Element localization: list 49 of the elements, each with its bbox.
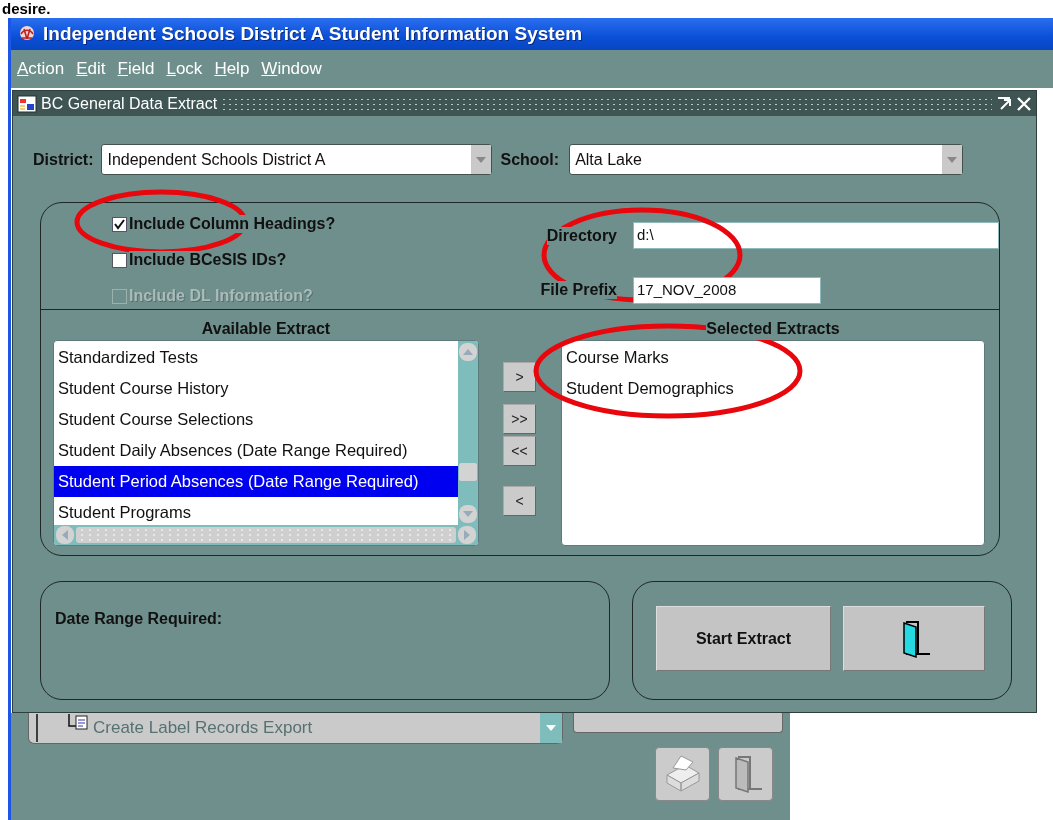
maximize-icon[interactable] <box>996 95 1012 112</box>
dropdown-arrow-icon <box>476 156 487 163</box>
arrow-icon <box>464 530 470 540</box>
horizontal-scrollbar[interactable] <box>54 525 478 545</box>
list-heading: Selected Extracts <box>706 320 840 340</box>
directory-label: Directory <box>546 226 617 245</box>
district-dropdown[interactable]: Independent Schools District A <box>101 144 493 175</box>
transfer-button[interactable]: > <box>503 362 536 392</box>
menu-item[interactable]: Action <box>17 59 65 79</box>
directory-field[interactable]: d:\ <box>633 222 999 250</box>
print-button[interactable] <box>655 747 710 801</box>
app-title: Independent Schools District A Student Information System <box>43 23 583 45</box>
checkbox[interactable] <box>112 252 127 268</box>
district-label: District: <box>33 150 94 169</box>
arrow-icon <box>463 349 473 355</box>
menu-item[interactable]: Window <box>261 59 322 79</box>
dropdown-arrow-icon <box>947 156 958 163</box>
dropdown-arrow-icon <box>546 725 556 731</box>
list-item[interactable]: Student Daily Absences (Date Range Required) <box>54 435 458 466</box>
file-prefix-field[interactable]: 17_NOV_2008 <box>633 276 821 304</box>
menu-item[interactable]: Field <box>117 59 155 79</box>
transfer-button[interactable]: < <box>503 486 536 516</box>
close-icon[interactable] <box>1016 95 1032 112</box>
document-text: desire. <box>1 0 52 18</box>
file-prefix-label: File Prefix <box>540 281 617 300</box>
arrow-icon <box>62 530 68 540</box>
school-dropdown[interactable]: Alta Lake <box>569 144 964 175</box>
transfer-button[interactable]: >> <box>503 404 536 434</box>
checkbox[interactable] <box>112 216 127 232</box>
list-item[interactable]: Student Period Absences (Date Range Required) <box>54 466 458 497</box>
school-label: School: <box>500 150 560 169</box>
arrow-icon <box>463 511 473 517</box>
list-item[interactable]: Course Marks <box>562 342 984 373</box>
list-item[interactable]: Student Programs <box>54 497 458 528</box>
transfer-button[interactable]: << <box>503 436 536 466</box>
list-item[interactable]: Student Demographics <box>562 373 984 404</box>
checkbox-label: Include Column Headings? <box>129 215 336 233</box>
date-range-label: Date Range Required: <box>55 610 223 629</box>
list-item[interactable]: Student Course Selections <box>54 404 458 435</box>
start-extract-button[interactable]: Start Extract <box>656 606 831 671</box>
list-item[interactable]: Standardized Tests <box>54 342 458 373</box>
dialog-title: BC General Data Extract <box>41 94 218 113</box>
menu-item[interactable]: Help <box>214 59 250 79</box>
scrollbar-thumb[interactable] <box>459 463 477 481</box>
menu-item[interactable]: Edit <box>76 59 106 79</box>
vertical-scrollbar[interactable] <box>458 341 478 525</box>
menu-item[interactable]: Lock <box>166 59 203 79</box>
form-icon <box>17 94 37 113</box>
list-item[interactable]: Student Course History <box>54 373 458 404</box>
